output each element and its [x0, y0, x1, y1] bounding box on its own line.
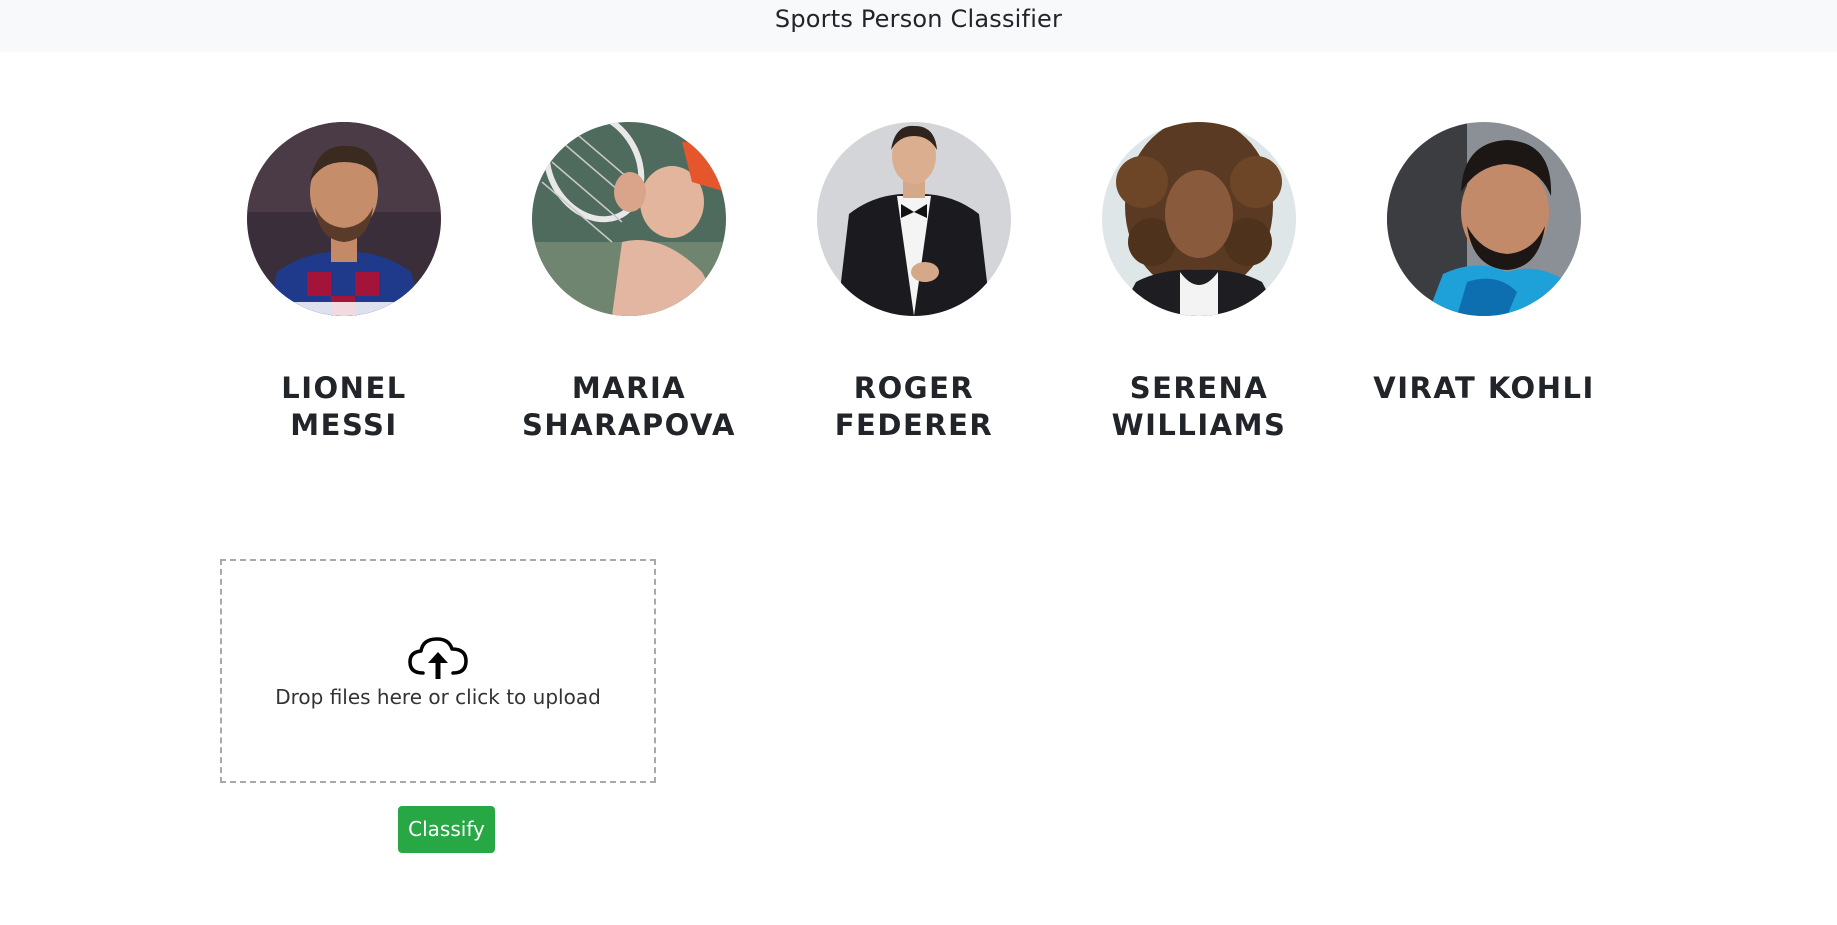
page-title: Sports Person Classifier	[774, 5, 1063, 33]
lionel-messi-photo	[247, 122, 441, 316]
player-card-roger-federer: ROGER FEDERER	[784, 122, 1044, 444]
player-card-virat-kohli: VIRAT KOHLI	[1354, 122, 1614, 407]
navbar: Sports Person Classifier	[0, 0, 1837, 52]
dropzone-message: Drop files here or click to upload	[275, 685, 601, 709]
player-name: LIONEL MESSI	[281, 371, 407, 442]
maria-sharapova-photo	[532, 122, 726, 316]
player-name: MARIA SHARAPOVA	[522, 371, 736, 442]
player-card-serena-williams: SERENA WILLIAMS	[1069, 122, 1329, 444]
player-card-maria-sharapova: MARIA SHARAPOVA	[499, 122, 759, 444]
player-name: ROGER FEDERER	[834, 371, 994, 442]
player-name: VIRAT KOHLI	[1373, 371, 1595, 405]
file-dropzone[interactable]: Drop files here or click to upload	[220, 559, 656, 783]
serena-williams-photo	[1102, 122, 1296, 316]
player-name: SERENA WILLIAMS	[1111, 371, 1287, 442]
classify-button[interactable]: Classify	[398, 806, 495, 853]
player-card-lionel-messi: LIONEL MESSI	[214, 122, 474, 444]
roger-federer-photo	[817, 122, 1011, 316]
cloud-upload-icon	[408, 637, 468, 679]
virat-kohli-photo	[1387, 122, 1581, 316]
